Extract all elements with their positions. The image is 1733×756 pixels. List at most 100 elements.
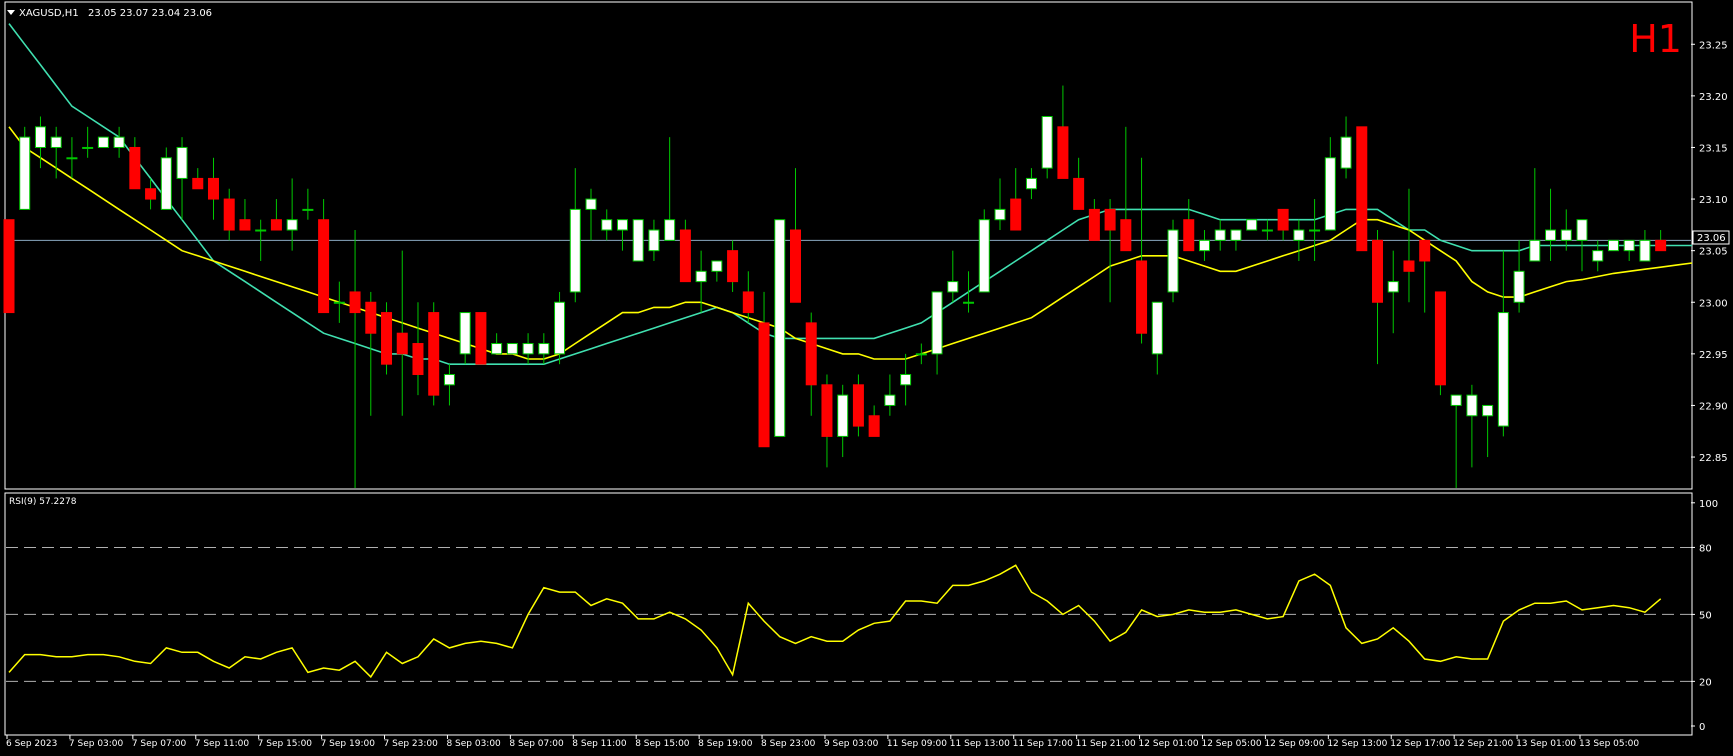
candle-body-bearish	[790, 229, 801, 303]
candle-body-bullish	[113, 136, 125, 148]
time-tick-label: 8 Sep 11:00	[572, 739, 627, 749]
candle-body-bullish	[1309, 229, 1321, 232]
price-tick-label: 23.15	[1699, 143, 1728, 154]
candle-body-bullish	[1041, 116, 1053, 169]
candle-body-bearish	[727, 250, 739, 283]
candle-body-bullish	[664, 219, 676, 241]
candle-body-bullish	[34, 126, 46, 148]
candle-body-bullish	[491, 343, 503, 355]
candle-body-bullish	[1025, 177, 1037, 190]
time-tick-label: 7 Sep 03:00	[69, 739, 124, 749]
time-tick-label: 11 Sep 09:00	[887, 739, 947, 749]
candle-body-bearish	[192, 177, 204, 190]
candle-body-bullish	[554, 301, 566, 355]
candle-body-bullish	[97, 136, 109, 148]
candle-body-bearish	[1104, 208, 1116, 231]
time-tick-label: 9 Sep 03:00	[824, 739, 879, 749]
ohlc-label: 23.05 23.07 23.04 23.06	[88, 8, 212, 19]
candle-body-bullish	[1560, 229, 1572, 241]
time-tick-label: 7 Sep 15:00	[258, 739, 313, 749]
price-tick-label: 22.90	[1699, 401, 1728, 412]
current-price-marker: 23.06	[1692, 230, 1730, 245]
rsi-tick-label: 0	[1699, 722, 1705, 733]
candle-body-bearish	[758, 322, 770, 448]
candle-body-bearish	[742, 291, 754, 314]
candle-body-bullish	[522, 343, 534, 355]
candle-body-bearish	[396, 332, 408, 355]
candle-body-bullish	[931, 291, 943, 355]
candle-body-bullish	[1529, 239, 1541, 262]
rsi-tick-label: 20	[1699, 677, 1712, 688]
candle-body-bullish	[160, 157, 172, 210]
time-tick-label: 7 Sep 11:00	[195, 739, 250, 749]
candle-body-bullish	[443, 373, 455, 386]
candle-body-bullish	[1513, 270, 1525, 303]
time-tick-label: 7 Sep 23:00	[384, 739, 439, 749]
candle-body-bullish	[569, 208, 581, 293]
candle-body-bullish	[1450, 394, 1462, 406]
candle-body-bullish	[601, 219, 613, 231]
candle-body-bullish	[459, 312, 471, 355]
candle-body-bearish	[1057, 126, 1069, 179]
candle	[978, 209, 990, 293]
candle-body-bullish	[1623, 239, 1635, 252]
candle-body-bullish	[255, 229, 267, 232]
candle-body-bearish	[428, 312, 440, 396]
candle-body-bullish	[1261, 229, 1273, 232]
rsi-tick-label: 100	[1699, 499, 1718, 510]
price-tick-label: 22.85	[1699, 453, 1728, 464]
candle	[475, 312, 487, 365]
candle-body-bearish	[349, 291, 361, 314]
candle-body-bearish	[868, 415, 880, 437]
candle-body-bullish	[1497, 312, 1509, 427]
candle	[1246, 219, 1258, 231]
time-tick-label: 12 Sep 09:00	[1264, 739, 1324, 749]
candle-body-bullish	[837, 394, 849, 437]
candle	[97, 136, 109, 148]
candle-body-bullish	[538, 343, 550, 355]
trading-chart[interactable]: 23.25 23.20 23.15 23.10 23.05 23.00 22.95 22.90…	[0, 0, 1733, 756]
candle-body-bearish	[223, 198, 235, 231]
time-tick-label: 8 Sep 23:00	[761, 739, 816, 749]
rsi-tick-label: 80	[1699, 543, 1712, 554]
symbol-header[interactable]: XAGUSD,H1 23.05 23.07 23.04 23.06	[7, 8, 212, 19]
candle-body-bearish	[145, 188, 157, 200]
time-tick-label: 6 Sep 2023	[6, 739, 57, 749]
price-tick-label: 22.95	[1699, 350, 1728, 361]
candle-body-bullish	[978, 219, 990, 293]
candle-body-bullish	[66, 157, 78, 160]
candle-body-bearish	[1277, 208, 1289, 231]
chart-background	[0, 0, 1733, 756]
candle-body-bearish	[1419, 239, 1431, 262]
candle-body-bearish	[1120, 219, 1132, 252]
time-tick-label: 7 Sep 07:00	[132, 739, 187, 749]
candle-body-bullish	[506, 343, 518, 355]
price-tick-label: 23.20	[1699, 92, 1728, 103]
candle-body-bullish	[632, 219, 644, 262]
candle-body-bullish	[616, 219, 628, 231]
candle	[774, 219, 786, 437]
candle-body-bearish	[1073, 177, 1085, 210]
candle-body-bearish	[1088, 208, 1100, 241]
candle-body-bullish	[947, 281, 959, 293]
candle-body-bullish	[1230, 229, 1242, 241]
candle	[428, 302, 440, 406]
candle-body-bullish	[1592, 250, 1604, 262]
candle-body-bearish	[475, 312, 487, 365]
candle-body-bullish	[82, 146, 94, 149]
candle	[19, 126, 31, 210]
candle-body-bearish	[365, 301, 377, 334]
candle-body-bullish	[1607, 239, 1619, 252]
price-tick-label: 23.10	[1699, 195, 1728, 206]
candle-body-bearish	[412, 343, 424, 375]
candle-body-bullish	[333, 301, 345, 304]
candle-body-bullish	[286, 219, 298, 231]
rsi-tick-label: 50	[1699, 610, 1712, 621]
candle	[1356, 126, 1368, 252]
candle-body-bullish	[1293, 229, 1305, 241]
candle-body-bearish	[318, 219, 330, 314]
time-tick-label: 12 Sep 05:00	[1201, 739, 1261, 749]
candle-body-bullish	[900, 373, 912, 386]
candle-body-bullish	[1466, 394, 1478, 417]
candle-body-bullish	[19, 136, 31, 210]
